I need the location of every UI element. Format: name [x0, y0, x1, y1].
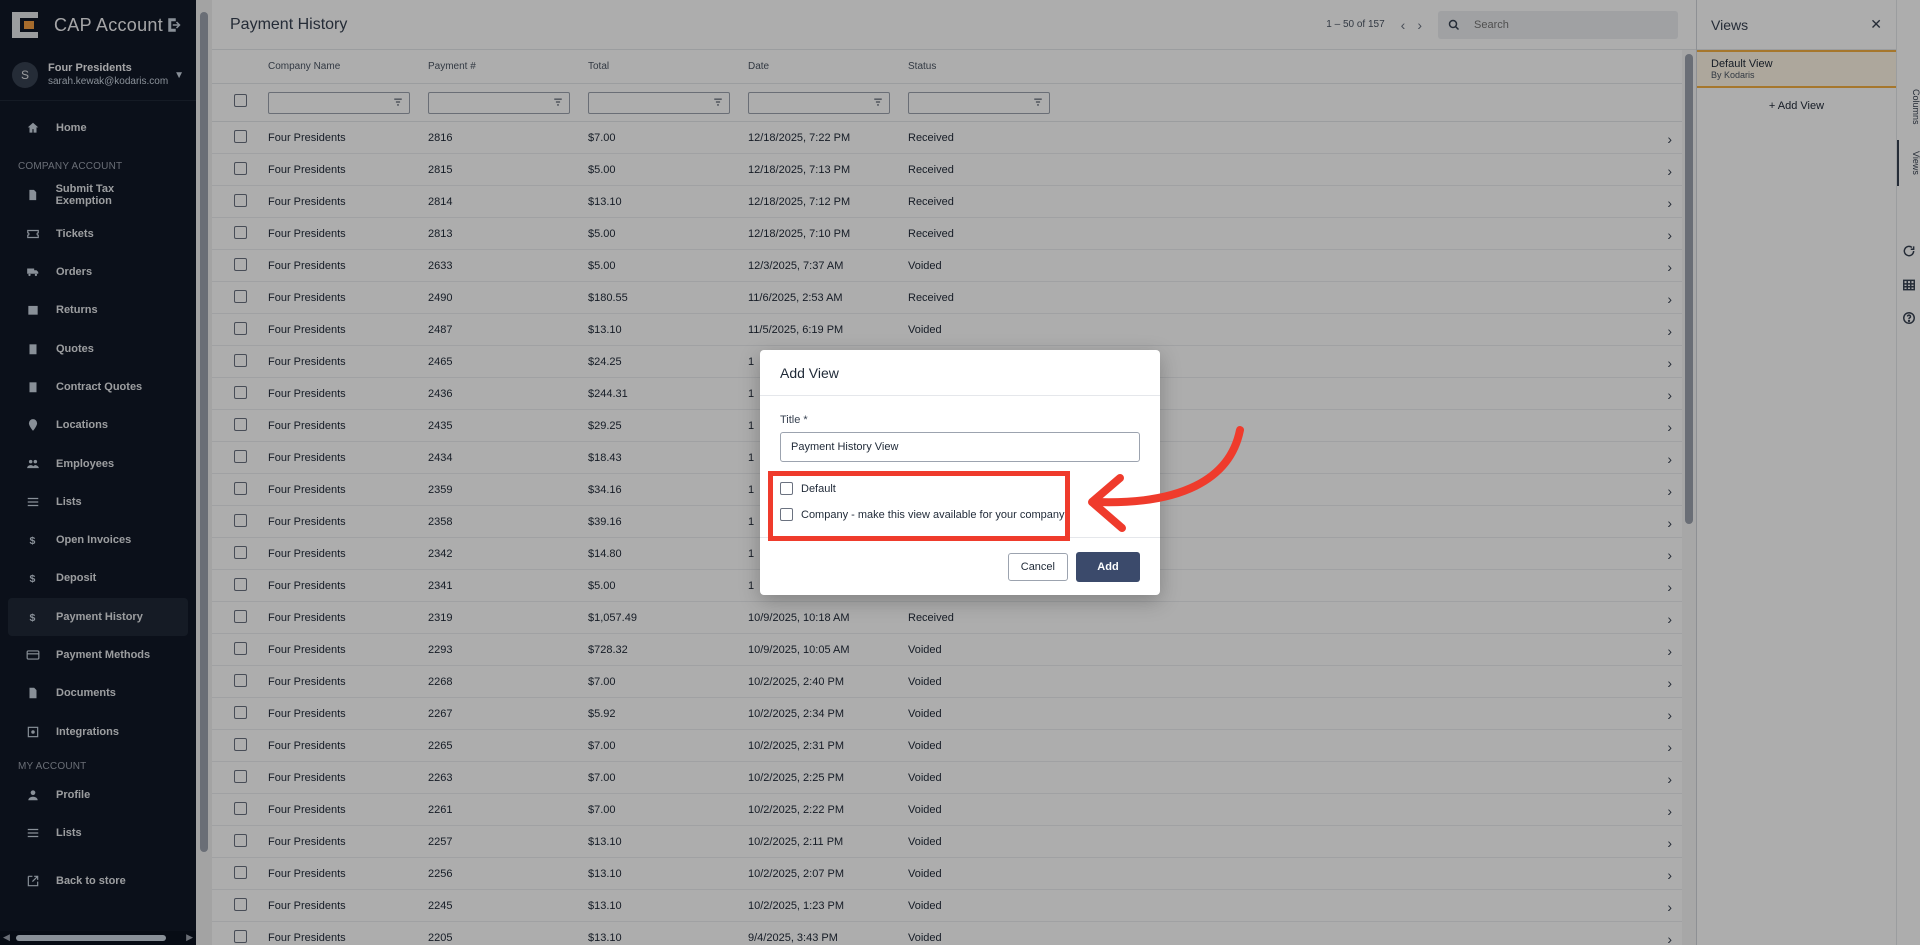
annotation-arrow-icon: [1088, 426, 1244, 532]
annotation-highlight-box: [768, 471, 1070, 541]
cancel-button[interactable]: Cancel: [1007, 552, 1068, 581]
add-button[interactable]: Add: [1076, 551, 1140, 582]
dialog-title: Add View: [760, 350, 1160, 396]
